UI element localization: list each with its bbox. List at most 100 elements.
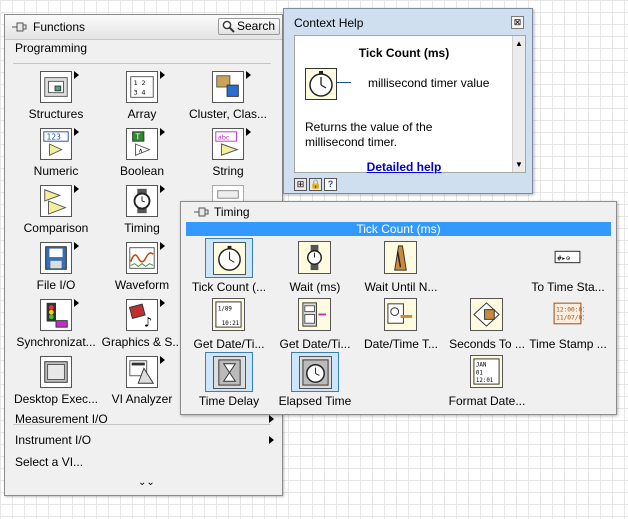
wait-icon [298,241,331,274]
palette-label: Timing [124,221,160,235]
close-icon[interactable]: ⊠ [511,16,524,29]
tick-count-icon [305,68,337,100]
seconds-to-date-time-icon [470,298,503,331]
cluster-icon [212,71,244,103]
help-icon[interactable]: ? [324,178,337,191]
wait-until-icon [384,241,417,274]
scroll-down-icon[interactable]: ▼ [515,160,523,169]
comparison-icon [40,185,72,217]
menu-item-select-vi[interactable]: Select a VI... [15,455,274,471]
category-programming[interactable]: Programming [15,41,87,55]
timing-label: Get Date/Ti... [279,337,351,351]
scroll-up-icon[interactable]: ▲ [515,39,523,48]
timing-label: To Time Sta... [531,280,605,294]
string-icon: abc [212,128,244,160]
palette-item-file-io[interactable]: File I/O [13,238,99,295]
help-heading: Tick Count (ms) [358,46,450,60]
timing-highlight-bar: Tick Count (ms) [186,222,611,236]
palette-item-synchronization[interactable]: Synchronizat... [13,295,99,352]
palette-item-array[interactable]: 1 23 4 Array [99,67,185,124]
synchronization-icon [40,299,72,331]
palette-item-vi-analyzer[interactable]: VI Analyzer [99,352,185,409]
elapsed-time-icon [299,356,332,389]
time-stamp-constant-icon: 12:00:01 11/07/01 [553,302,584,325]
palette-label: VI Analyzer [111,392,173,406]
timing-label: Get Date/Ti... [193,337,265,351]
palette-item-cluster[interactable]: Cluster, Clas... [185,67,271,124]
timing-label: Wait (ms) [289,280,341,294]
context-help-title: Context Help [294,16,364,30]
palette-item-boolean[interactable]: T ∧ Boolean [99,124,185,181]
menu-label: Instrument I/O [15,433,92,447]
expand-more-icon[interactable]: ⌄⌄ [138,477,155,488]
submenu-arrow-icon [269,415,274,423]
time-delay-icon [213,356,246,389]
timing-item-time-delay[interactable]: Time Delay [186,352,272,409]
timing-item-get-date-time-string[interactable]: Get Date/Ti... [272,295,358,352]
timing-label: Time Delay [198,394,260,408]
palette-label: Cluster, Clas... [188,107,268,121]
timing-icon [126,185,158,217]
format-date-time-icon: JAN01 12:01 [470,355,503,388]
search-icon [222,20,235,33]
get-date-time-string-icon [298,298,331,331]
search-label: Search [237,19,276,33]
timing-item-elapsed-time[interactable]: Elapsed Time [272,352,358,409]
timing-item-time-stamp-constant[interactable]: 12:00:01 11/07/01 Time Stamp ... [525,295,611,352]
file-io-icon [40,242,72,274]
palette-item-desktop-execution[interactable]: Desktop Exec... [13,352,99,409]
context-help-window: Context Help ⊠ Tick Count (ms) milliseco… [283,8,533,194]
submenu-arrow-icon [269,436,274,444]
palette-label: File I/O [36,278,76,292]
get-date-time-icon: 1/89 10:21 [212,298,245,331]
palette-item-waveform[interactable]: Waveform [99,238,185,295]
menu-item-instrument-io[interactable]: Instrument I/O [15,433,274,449]
vi-analyzer-icon [126,356,158,388]
structures-icon [40,71,72,103]
boolean-icon: T ∧ [126,128,158,160]
detailed-help-link[interactable]: Detailed help [295,160,513,174]
palette-item-comparison[interactable]: Comparison [13,181,99,238]
palette-label: Desktop Exec... [13,392,99,406]
search-button[interactable]: Search [218,18,280,35]
svg-text:10:21: 10:21 [222,321,240,327]
timing-item-wait-until[interactable]: Wait Until N... [358,238,444,295]
timing-item-format-date-time[interactable]: JAN 01 12:01 Format Date... [444,352,530,409]
palette-label: String [212,164,244,178]
svg-text:#▸⊙: #▸⊙ [557,254,570,263]
timing-item-tick-count[interactable]: Tick Count (... [186,238,272,295]
array-icon: 1 23 4 [126,71,158,103]
timing-item-get-date-time-seconds[interactable]: 1/89 10:21 Get Date/Ti... [186,295,272,352]
svg-text:∧: ∧ [138,146,143,154]
palette-item-timing[interactable]: Timing [99,181,185,238]
palette-label: Graphics & S... [101,335,183,349]
palette-item-numeric[interactable]: 123 Numeric [13,124,99,181]
functions-title-bar[interactable]: Functions Search [5,15,282,40]
lock-icon[interactable]: 🔒 [309,178,322,191]
show-optional-terminals-icon[interactable]: ⊞ [294,178,307,191]
palette-item-graphics-sound[interactable]: ♪ Graphics & S... [99,295,185,352]
palette-item-string[interactable]: abc String [185,124,271,181]
svg-text:11/07/01: 11/07/01 [556,315,584,322]
timing-item-to-time-stamp[interactable]: #▸⊙ To Time Sta... [525,238,611,295]
tick-count-icon [213,242,246,275]
pin-icon[interactable] [193,205,209,219]
timing-item-date-time-to-seconds[interactable]: Date/Time T... [358,295,444,352]
timing-label: Time Stamp ... [529,337,607,351]
svg-text:12:00:01: 12:00:01 [556,306,584,313]
menu-label: Select a VI... [15,455,84,469]
svg-text:12:01: 12:01 [476,378,494,384]
context-help-scrollbar[interactable]: ▲ ▼ [512,36,525,172]
svg-text:T: T [134,132,140,141]
timing-item-seconds-to-date-time[interactable]: Seconds To ... [444,295,530,352]
svg-text:3 4: 3 4 [134,89,146,97]
timing-item-wait[interactable]: Wait (ms) [272,238,358,295]
desktop-execution-icon [40,356,72,388]
numeric-icon: 123 [40,128,72,160]
timing-label: Wait Until N... [364,280,438,294]
svg-text:123: 123 [47,132,62,141]
pin-icon[interactable] [11,20,27,34]
palette-label: Numeric [33,164,79,178]
timing-label: Date/Time T... [363,337,439,351]
palette-item-structures[interactable]: Structures [13,67,99,124]
